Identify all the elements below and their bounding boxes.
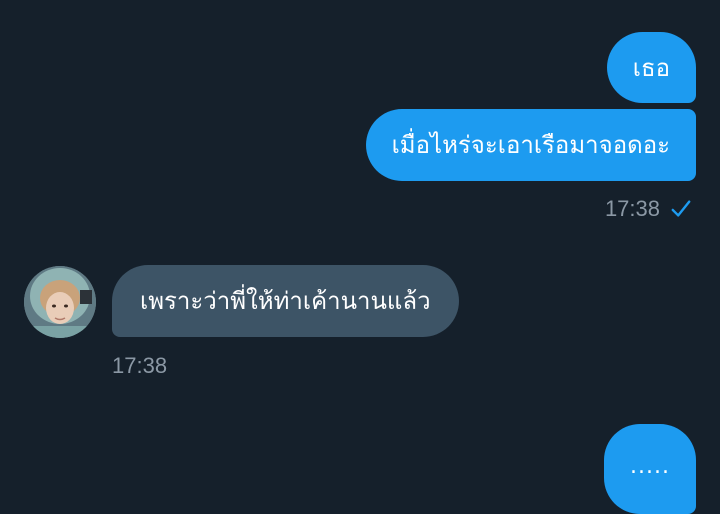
- message-timestamp: 17:38: [112, 353, 168, 378]
- message-text: เมื่อไหร่จะเอาเรือมาจอดอะ: [391, 131, 670, 159]
- message-text: เธอ: [632, 53, 670, 82]
- outgoing-message[interactable]: .....: [604, 424, 696, 514]
- outgoing-message[interactable]: เธอ: [606, 32, 696, 103]
- check-icon: [671, 200, 691, 217]
- message-thread: เธอ เมื่อไหร่จะเอาเรือมาจอดอะ 17:38 เพรา…: [0, 0, 720, 514]
- message-text: .....: [630, 454, 670, 479]
- outgoing-message[interactable]: เมื่อไหร่จะเอาเรือมาจอดอะ: [365, 109, 696, 181]
- incoming-message[interactable]: เพราะว่าพี่ให้ท่าเค้านานแล้ว: [112, 265, 459, 337]
- avatar-image: [24, 266, 96, 338]
- message-text: เพราะว่าพี่ให้ท่าเค้านานแล้ว: [140, 287, 431, 315]
- avatar[interactable]: [24, 266, 96, 338]
- message-timestamp: 17:38: [604, 196, 660, 221]
